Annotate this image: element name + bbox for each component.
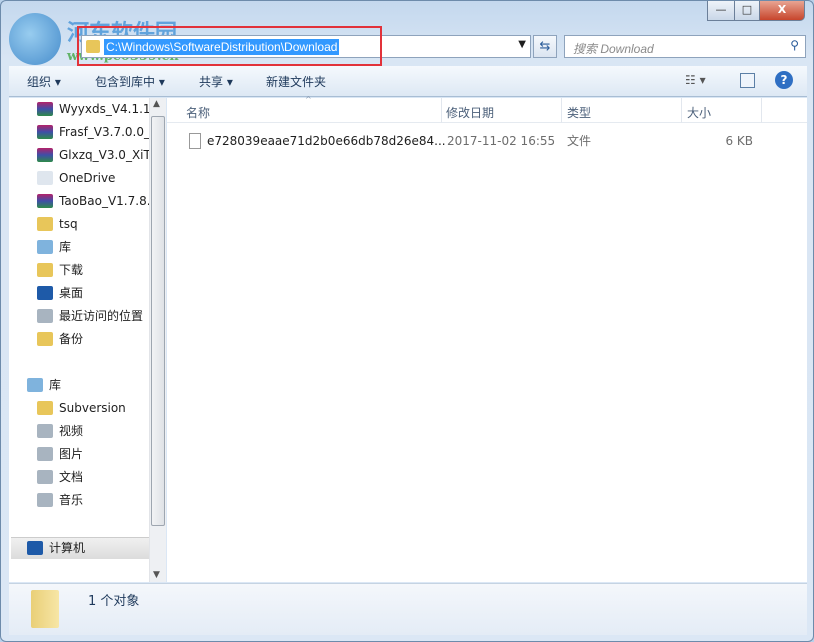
nav-item[interactable]: 图片 [37, 444, 157, 464]
picture-icon [37, 447, 53, 461]
column-headers: ^ 名称 修改日期 类型 大小 [167, 95, 807, 123]
nav-item-label: 视频 [59, 424, 84, 438]
maximize-button[interactable]: □ [734, 1, 760, 21]
help-icon[interactable]: ? [775, 71, 793, 89]
folder-icon [37, 332, 53, 346]
nav-item[interactable]: Subversion [37, 398, 157, 418]
music-icon [37, 493, 53, 507]
nav-item[interactable]: 最近访问的位置 [37, 306, 157, 326]
nav-item-label: 桌面 [59, 286, 84, 300]
minimize-button[interactable]: — [707, 1, 735, 21]
nav-item-label: 库 [59, 240, 72, 254]
nav-item-label: Wyyxds_V4.1.1.1 [59, 102, 157, 116]
nav-item-label: Subversion [59, 401, 126, 415]
refresh-button[interactable]: ⇆ [533, 35, 557, 58]
nav-item[interactable]: 视频 [37, 421, 157, 441]
winrar-icon [37, 194, 53, 208]
library-icon [27, 378, 43, 392]
file-list: ^ 名称 修改日期 类型 大小 e728039eaae71d2b0e66db78… [167, 95, 807, 582]
nav-item[interactable]: Glxzq_V3.0_XiTo [37, 145, 157, 165]
nav-item-label: 备份 [59, 332, 84, 346]
nav-scrollbar[interactable]: ▲ ▼ [149, 98, 166, 582]
search-icon[interactable]: ⚲ [790, 38, 799, 52]
nav-item[interactable]: Frasf_V3.7.0.0_XiTo [37, 122, 157, 142]
winrar-icon [37, 102, 53, 116]
folder-icon [37, 217, 53, 231]
nav-item-label: tsq [59, 217, 78, 231]
nav-item[interactable]: 备份 [37, 329, 157, 349]
recent-icon [37, 309, 53, 323]
preview-pane-icon[interactable] [740, 73, 755, 88]
file-name: e728039eaae71d2b0e66db78d26e84... [207, 134, 446, 148]
nav-item[interactable]: TaoBao_V1.7.8.0 [37, 191, 157, 211]
nav-item[interactable]: 桌面 [37, 283, 157, 303]
folder-icon [31, 590, 59, 628]
nav-item[interactable]: 音乐 [37, 490, 157, 510]
organize-menu[interactable]: 组织 ▾ [27, 73, 61, 90]
nav-item-label: TaoBao_V1.7.8.0 [59, 194, 157, 208]
item-count: 1 个对象 [88, 594, 140, 609]
scroll-down-icon[interactable]: ▼ [153, 570, 160, 580]
annotation-highlight-box [77, 26, 382, 66]
new-folder-button[interactable]: 新建文件夹 [266, 73, 326, 90]
nav-item[interactable]: Wyyxds_V4.1.1.1 [37, 99, 157, 119]
include-in-library-menu[interactable]: 包含到库中 ▾ [95, 73, 165, 90]
column-type[interactable]: 类型 [567, 104, 591, 121]
document-icon [37, 470, 53, 484]
navigation-pane: Wyyxds_V4.1.1.1 Frasf_V3.7.0.0_XiTo Glxzq_… [9, 98, 166, 582]
nav-item-label: 图片 [59, 447, 84, 461]
watermark-logo [9, 13, 61, 65]
refresh-icon: ⇆ [539, 39, 551, 54]
share-menu[interactable]: 共享 ▾ [199, 73, 233, 90]
download-folder-icon [37, 263, 53, 277]
file-date: 2017-11-02 16:55 [447, 134, 556, 148]
file-type: 文件 [567, 134, 592, 148]
nav-item-label: Frasf_V3.7.0.0_XiTo [59, 125, 157, 139]
search-input[interactable]: 搜索 Download ⚲ [564, 35, 806, 58]
nav-item[interactable]: 下载 [37, 260, 157, 280]
winrar-icon [37, 148, 53, 162]
column-size[interactable]: 大小 [687, 104, 711, 121]
nav-item-label: 文档 [59, 470, 84, 484]
command-bar: 组织 ▾ 包含到库中 ▾ 共享 ▾ 新建文件夹 ☷ ▾ ? [9, 66, 807, 97]
view-options-icon[interactable]: ☷ ▾ [685, 73, 706, 87]
nav-item[interactable]: 库 [27, 375, 147, 395]
video-icon [37, 424, 53, 438]
folder-icon [37, 401, 53, 415]
scroll-up-icon[interactable]: ▲ [153, 99, 160, 109]
winrar-icon [37, 125, 53, 139]
file-icon [189, 133, 201, 149]
sort-arrow-icon: ^ [305, 95, 312, 104]
library-icon [37, 240, 53, 254]
nav-item-label: 音乐 [59, 493, 84, 507]
search-placeholder: 搜索 Download [573, 42, 654, 56]
desktop-icon [37, 286, 53, 300]
file-row[interactable]: e728039eaae71d2b0e66db78d26e84... 2017-1… [185, 131, 765, 151]
column-name[interactable]: 名称 [186, 104, 210, 121]
nav-item[interactable]: OneDrive [37, 168, 157, 188]
nav-item-label: 下载 [59, 263, 84, 277]
scrollbar-thumb[interactable] [151, 116, 165, 526]
desktop-icon [27, 541, 43, 555]
nav-item-label: 计算机 [49, 541, 86, 555]
explorer-window: — □ X 河东软件园 www.pc0359.cn C:\Windows\Sof… [0, 0, 814, 642]
nav-item[interactable]: 库 [37, 237, 157, 257]
onedrive-icon [37, 171, 53, 185]
nav-item-label: 最近访问的位置 [59, 309, 144, 323]
close-button[interactable]: X [759, 1, 805, 21]
nav-item[interactable]: 计算机 [27, 538, 147, 558]
nav-item-label: 库 [49, 378, 62, 392]
nav-item[interactable]: tsq [37, 214, 157, 234]
nav-item-label: Glxzq_V3.0_XiTo [59, 148, 157, 162]
details-pane: 1 个对象 [9, 583, 807, 635]
file-size: 6 KB [725, 134, 753, 148]
column-date[interactable]: 修改日期 [446, 104, 494, 121]
chevron-down-icon[interactable]: ▼ [518, 39, 526, 50]
nav-item[interactable]: 文档 [37, 467, 157, 487]
nav-item-label: OneDrive [59, 171, 116, 185]
